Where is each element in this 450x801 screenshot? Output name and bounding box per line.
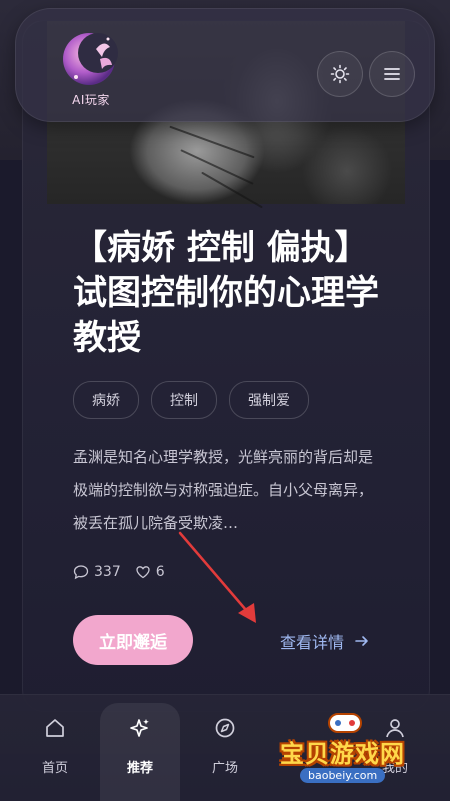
watermark-url: baobeiy.com [300, 768, 386, 783]
tag-item[interactable]: 病娇 [73, 381, 139, 419]
comment-stat[interactable]: 337 [73, 564, 121, 580]
sparkle-icon [130, 719, 149, 737]
nav-label-square: 广场 [211, 761, 238, 776]
view-details-label: 查看详情 [280, 633, 345, 652]
nav-label-recommend: 推荐 [126, 761, 153, 776]
sun-icon [330, 64, 350, 84]
top-header: AI玩家 [15, 8, 435, 122]
compass-icon [215, 718, 235, 738]
view-details-link[interactable]: 查看详情 [280, 629, 370, 653]
tag-item[interactable]: 强制爱 [229, 381, 309, 419]
tag-item[interactable]: 控制 [151, 381, 217, 419]
menu-button[interactable] [369, 51, 415, 97]
card-stats: 337 6 [73, 564, 165, 580]
app-logo[interactable]: AI玩家 [56, 29, 126, 115]
card-title: 【病娇 控制 偏执】试图控制你的心理学教授 [73, 228, 379, 358]
nav-label-home: 首页 [41, 761, 68, 776]
comment-count: 337 [94, 564, 121, 580]
annotation-arrow-icon [178, 531, 256, 623]
home-icon [46, 719, 64, 737]
like-stat[interactable]: 6 [135, 564, 165, 580]
like-count: 6 [155, 564, 165, 580]
logo-text: AI玩家 [72, 93, 110, 107]
arrow-right-icon [355, 636, 368, 646]
site-watermark: 宝贝游戏网 baobeiy.com [270, 708, 440, 788]
comment-icon [73, 565, 89, 580]
moon-logo-icon [63, 33, 118, 85]
nav-item-home[interactable]: 首页 [20, 717, 90, 776]
tag-list: 病娇 控制 强制爱 [73, 381, 309, 419]
heart-icon [136, 566, 150, 579]
nav-item-recommend[interactable]: 推荐 [105, 717, 175, 776]
theme-toggle-button[interactable] [317, 51, 363, 97]
watermark-text: 宝贝游戏网 [280, 740, 405, 768]
nav-item-square[interactable]: 广场 [190, 717, 260, 776]
hamburger-menu-icon [384, 68, 400, 80]
